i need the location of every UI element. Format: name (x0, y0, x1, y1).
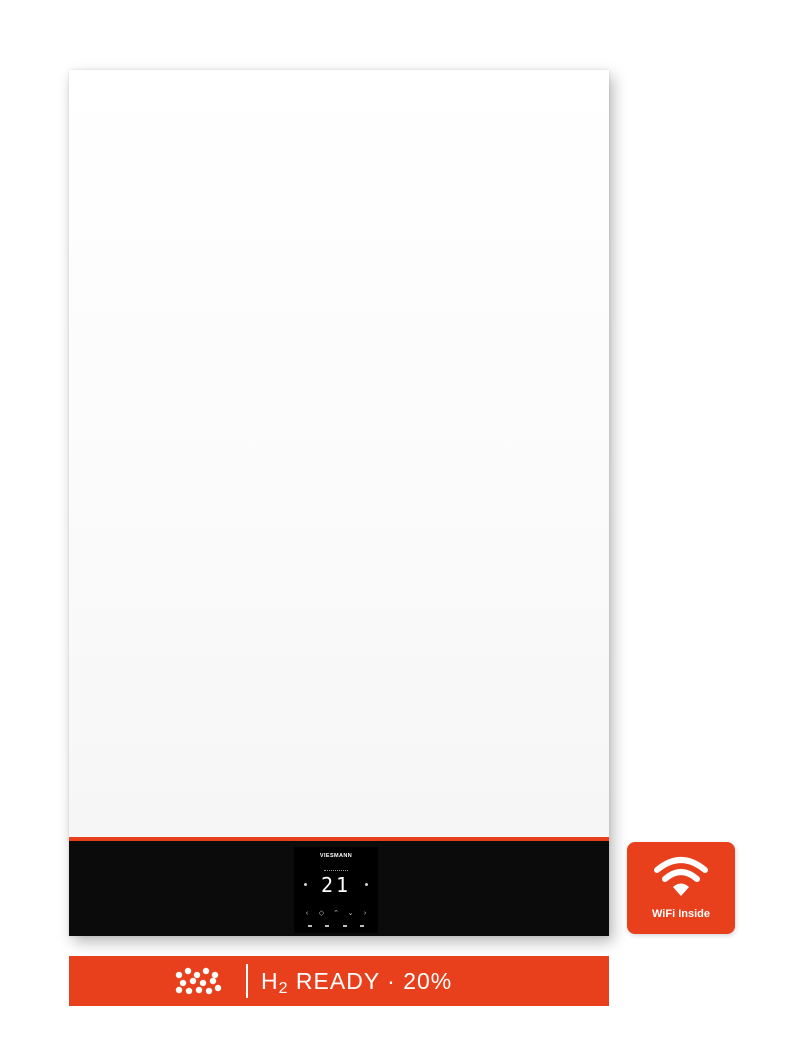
boiler-unit: VIESMANN 21 ‹ ◇ ⌃ ⌄ › (69, 70, 609, 936)
mode-button[interactable]: ◇ (317, 909, 327, 919)
wifi-inside-badge: WiFi Inside (627, 842, 735, 934)
banner-divider (246, 964, 248, 998)
control-panel: VIESMANN 21 ‹ ◇ ⌃ ⌄ › (69, 841, 609, 936)
down-button[interactable]: ⌄ (346, 909, 356, 919)
wifi-inside-label: WiFi Inside (652, 908, 710, 920)
hydrogen-molecule-icon (175, 967, 222, 995)
indicator-dot (325, 925, 330, 927)
temperature-readout: 21 (320, 873, 352, 897)
control-display: VIESMANN 21 ‹ ◇ ⌃ ⌄ › (294, 847, 378, 933)
up-button[interactable]: ⌃ (331, 909, 341, 919)
h2-ready-label: H2 READY · 20% (261, 968, 453, 997)
display-indicator-row (308, 923, 364, 929)
boiler-front-cover (69, 70, 609, 838)
indicator-dot (342, 925, 347, 927)
back-button[interactable]: ‹ (302, 909, 312, 919)
indicator-dot (359, 925, 364, 927)
brand-logo: VIESMANN (319, 853, 353, 859)
indicator-dot (308, 925, 312, 927)
wifi-icon (654, 857, 708, 896)
display-button-row: ‹ ◇ ⌃ ⌄ › (302, 909, 370, 919)
h2-ready-banner: H2 READY · 20% (69, 956, 609, 1006)
forward-button[interactable]: › (360, 909, 370, 919)
